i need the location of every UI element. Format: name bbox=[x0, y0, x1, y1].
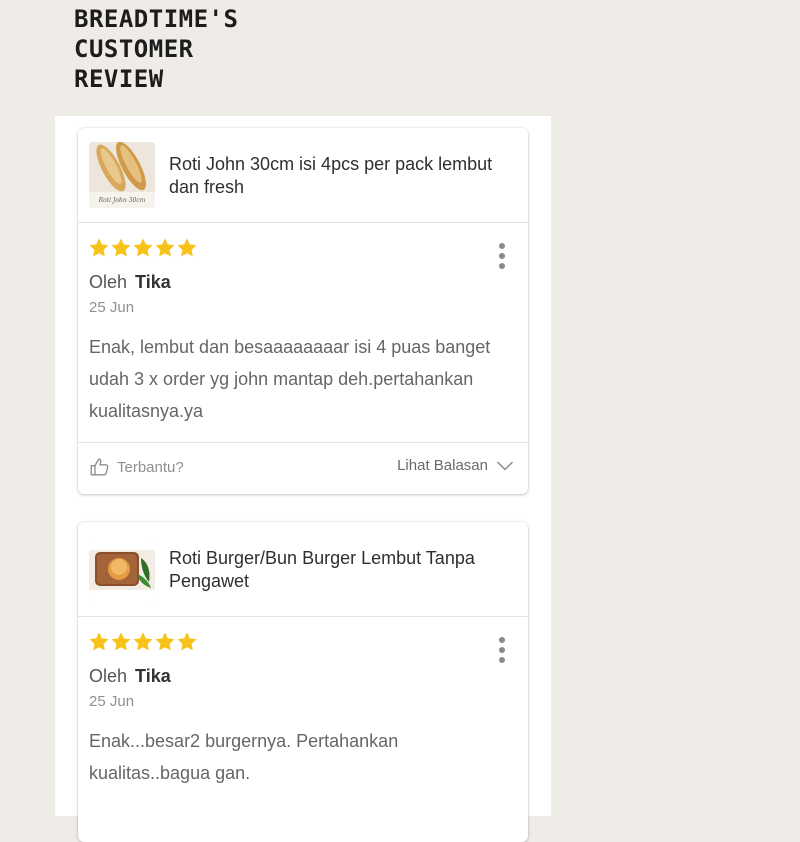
product-row[interactable]: Roti John 30cm Roti John 30cm isi 4pcs p… bbox=[78, 128, 528, 223]
more-options-icon[interactable] bbox=[498, 637, 506, 663]
review-text: Enak, lembut dan besaaaaaaaar isi 4 puas… bbox=[89, 337, 491, 421]
star-icon bbox=[155, 238, 175, 257]
view-replies-button[interactable]: Lihat Balasan bbox=[397, 457, 514, 474]
reviewer-name: Tika bbox=[135, 666, 171, 686]
helpful-button[interactable]: Terbantu? bbox=[89, 456, 184, 478]
reviewer-name: Tika bbox=[135, 272, 171, 292]
product-thumbnail-burger-bun[interactable] bbox=[89, 536, 155, 602]
reviews-panel: Roti John 30cm Roti John 30cm isi 4pcs p… bbox=[55, 116, 551, 842]
star-rating bbox=[88, 631, 198, 653]
product-row[interactable]: Roti Burger/Bun Burger Lembut Tanpa Peng… bbox=[78, 522, 528, 617]
page-title: BREADTIME'S CUSTOMER REVIEW bbox=[74, 4, 238, 94]
star-icon bbox=[89, 238, 109, 257]
chevron-down-icon bbox=[496, 460, 514, 471]
review-date: 25 Jun bbox=[89, 693, 135, 710]
product-thumbnail-roti-john[interactable]: Roti John 30cm bbox=[89, 142, 155, 208]
page-title-line: REVIEW bbox=[74, 65, 164, 93]
star-icon bbox=[133, 632, 153, 651]
thumb-caption: Roti John 30cm bbox=[98, 197, 146, 204]
review-card: Roti John 30cm Roti John 30cm isi 4pcs p… bbox=[78, 128, 528, 494]
byline-prefix: Oleh bbox=[89, 666, 128, 686]
star-icon bbox=[177, 238, 197, 257]
more-options-icon[interactable] bbox=[498, 243, 506, 269]
product-name[interactable]: Roti John 30cm isi 4pcs per pack lembut … bbox=[169, 153, 509, 199]
thumbs-up-icon bbox=[90, 458, 109, 476]
reviewer-byline: Oleh Tika bbox=[89, 272, 171, 293]
view-replies-label: Lihat Balasan bbox=[397, 457, 488, 474]
burger-bun-image bbox=[89, 536, 155, 602]
star-rating bbox=[88, 237, 198, 259]
bread-roll-image: Roti John 30cm bbox=[89, 142, 155, 208]
review-text: Enak...besar2 burgernya. Pertahankan kua… bbox=[89, 731, 399, 783]
star-icon bbox=[155, 632, 175, 651]
helpful-label: Terbantu? bbox=[117, 458, 184, 476]
star-icon bbox=[111, 238, 131, 257]
review-footer: Terbantu? Lihat Balasan bbox=[78, 442, 528, 494]
review-date: 25 Jun bbox=[89, 299, 135, 316]
reviewer-byline: Oleh Tika bbox=[89, 666, 171, 687]
byline-prefix: Oleh bbox=[89, 272, 128, 292]
page-title-line: CUSTOMER bbox=[74, 35, 194, 63]
star-icon bbox=[133, 238, 153, 257]
star-icon bbox=[111, 632, 131, 651]
page-title-line: BREADTIME'S bbox=[74, 5, 239, 33]
star-icon bbox=[177, 632, 197, 651]
review-card: Roti Burger/Bun Burger Lembut Tanpa Peng… bbox=[78, 522, 528, 842]
product-name[interactable]: Roti Burger/Bun Burger Lembut Tanpa Peng… bbox=[169, 547, 509, 593]
star-icon bbox=[89, 632, 109, 651]
